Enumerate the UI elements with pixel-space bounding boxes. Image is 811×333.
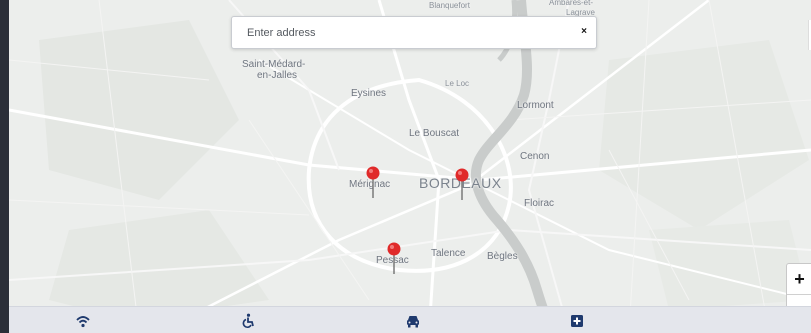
place-label-cenon: Cenon	[520, 151, 550, 162]
place-label-floirac: Floirac	[524, 198, 555, 209]
address-search-box: ×	[231, 16, 597, 49]
map-base-layer	[9, 0, 811, 332]
place-label-le-loc: Le Loc	[445, 79, 470, 88]
wheelchair-icon[interactable]	[240, 313, 256, 329]
place-label-le-bouscat: Le Bouscat	[409, 128, 460, 139]
zoom-in-button[interactable]: +	[787, 264, 811, 295]
place-label-lormont: Lormont	[517, 100, 554, 111]
place-label-talence: Talence	[431, 248, 466, 259]
app-frame: Blanquefort Ambarès-et- Lagrave Saint-Mé…	[0, 0, 811, 333]
place-label-saint-medard: Saint-Médard-	[242, 59, 306, 70]
address-search-input[interactable]	[232, 17, 567, 48]
marker-merignac[interactable]	[366, 166, 380, 198]
bottom-filter-bar	[9, 306, 811, 333]
marker-bordeaux[interactable]	[455, 168, 469, 200]
wifi-icon[interactable]	[75, 313, 91, 329]
clear-search-icon[interactable]: ×	[578, 26, 590, 38]
place-label-begles: Bègles	[487, 251, 518, 262]
place-label-en-jalles: en-Jalles	[257, 70, 298, 81]
car-icon[interactable]	[405, 313, 421, 329]
place-label-top: Blanquefort	[429, 1, 470, 10]
map-view[interactable]: Blanquefort Ambarès-et- Lagrave Saint-Mé…	[9, 0, 811, 332]
medical-cross-icon[interactable]	[569, 313, 585, 329]
marker-pessac[interactable]	[387, 242, 401, 274]
place-label-eysines: Eysines	[351, 88, 387, 99]
